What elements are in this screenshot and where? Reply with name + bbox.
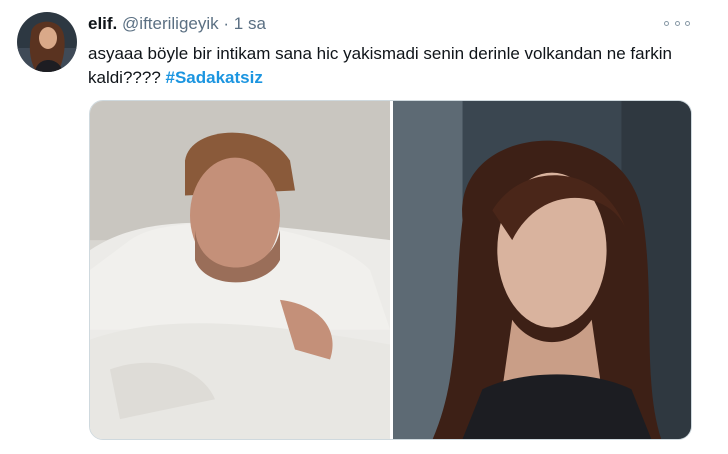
more-dot — [664, 20, 669, 26]
avatar-image — [17, 12, 77, 72]
tweet-text: asyaaa böyle bir intikam sana hic yakism… — [88, 42, 688, 90]
media-grid — [89, 100, 692, 440]
man-in-bed-photo — [90, 101, 390, 439]
media-image-left[interactable] — [90, 101, 390, 439]
more-dot — [685, 20, 690, 26]
avatar[interactable] — [17, 12, 77, 72]
author-name[interactable]: elif. — [88, 14, 117, 33]
author-handle[interactable]: @ifteriligeyik — [122, 14, 219, 33]
tweet-card[interactable]: elif. @ifteriligeyik · 1 sa asyaaa böyle… — [0, 0, 728, 454]
more-dot — [674, 20, 680, 26]
more-options-icon[interactable] — [664, 14, 690, 32]
timestamp[interactable]: 1 sa — [234, 14, 266, 33]
media-image-right[interactable] — [393, 101, 691, 439]
woman-portrait-photo — [393, 101, 691, 439]
hashtag-link[interactable]: #Sadakatsiz — [166, 68, 263, 87]
separator-dot: · — [223, 14, 230, 33]
tweet-header: elif. @ifteriligeyik · 1 sa — [88, 14, 266, 34]
